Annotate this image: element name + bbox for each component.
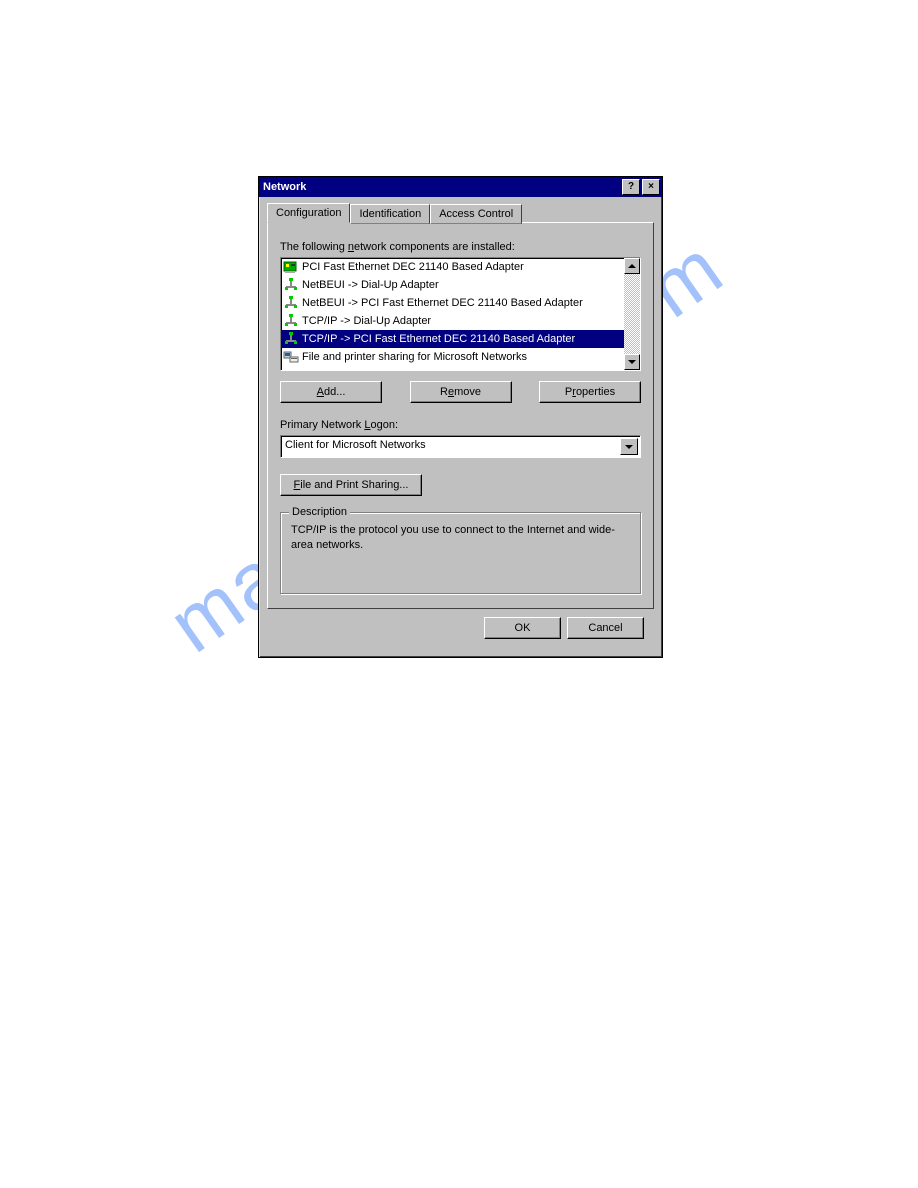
network-dialog: Network ? × Configuration Identification…	[258, 176, 663, 658]
cancel-button[interactable]: Cancel	[567, 617, 644, 639]
properties-button[interactable]: Properties	[539, 381, 641, 403]
proto-icon	[283, 313, 299, 329]
nic-icon	[283, 259, 299, 275]
chevron-up-icon	[628, 264, 636, 268]
components-listbox[interactable]: PCI Fast Ethernet DEC 21140 Based Adapte…	[280, 257, 641, 371]
description-groupbox: Description TCP/IP is the protocol you u…	[280, 512, 641, 594]
scrollbar[interactable]	[624, 258, 640, 370]
help-button[interactable]: ?	[622, 179, 640, 195]
close-button[interactable]: ×	[642, 179, 660, 195]
list-item-label: TCP/IP -> PCI Fast Ethernet DEC 21140 Ba…	[302, 333, 575, 345]
list-item[interactable]: NetBEUI -> PCI Fast Ethernet DEC 21140 B…	[281, 294, 624, 312]
tab-configuration[interactable]: Configuration	[267, 203, 350, 223]
dialog-title: Network	[263, 181, 306, 193]
file-print-sharing-button[interactable]: File and Print Sharing...	[280, 474, 422, 496]
list-item[interactable]: NetBEUI -> Dial-Up Adapter	[281, 276, 624, 294]
scroll-track[interactable]	[624, 274, 640, 354]
primary-logon-combo[interactable]: Client for Microsoft Networks	[280, 435, 641, 458]
combo-dropdown-button[interactable]	[620, 438, 638, 455]
proto-icon	[283, 295, 299, 311]
proto-icon	[283, 331, 299, 347]
tab-identification[interactable]: Identification	[350, 204, 430, 224]
scroll-down-button[interactable]	[624, 354, 640, 370]
titlebar[interactable]: Network ? ×	[259, 177, 662, 197]
svc-icon	[283, 349, 299, 365]
remove-button[interactable]: Remove	[410, 381, 512, 403]
tabstrip: Configuration Identification Access Cont…	[267, 203, 654, 223]
list-item[interactable]: File and printer sharing for Microsoft N…	[281, 348, 624, 366]
proto-icon	[283, 277, 299, 293]
list-item-label: PCI Fast Ethernet DEC 21140 Based Adapte…	[302, 261, 524, 273]
tabpane-configuration: The following network components are ins…	[267, 222, 654, 609]
primary-logon-value: Client for Microsoft Networks	[281, 436, 618, 457]
description-text: TCP/IP is the protocol you use to connec…	[291, 523, 630, 553]
list-item-label: NetBEUI -> PCI Fast Ethernet DEC 21140 B…	[302, 297, 583, 309]
chevron-down-icon	[628, 360, 636, 364]
add-button[interactable]: Add...	[280, 381, 382, 403]
components-label: The following network components are ins…	[280, 241, 641, 253]
tab-access-control[interactable]: Access Control	[430, 204, 522, 224]
chevron-down-icon	[625, 445, 633, 449]
list-item-label: TCP/IP -> Dial-Up Adapter	[302, 315, 431, 327]
logon-label: Primary Network Logon:	[280, 419, 641, 431]
scroll-up-button[interactable]	[624, 258, 640, 274]
list-item[interactable]: PCI Fast Ethernet DEC 21140 Based Adapte…	[281, 258, 624, 276]
list-item[interactable]: TCP/IP -> PCI Fast Ethernet DEC 21140 Ba…	[281, 330, 624, 348]
list-item[interactable]: TCP/IP -> Dial-Up Adapter	[281, 312, 624, 330]
ok-button[interactable]: OK	[484, 617, 561, 639]
description-title: Description	[289, 506, 350, 518]
list-item-label: File and printer sharing for Microsoft N…	[302, 351, 527, 363]
list-item-label: NetBEUI -> Dial-Up Adapter	[302, 279, 439, 291]
